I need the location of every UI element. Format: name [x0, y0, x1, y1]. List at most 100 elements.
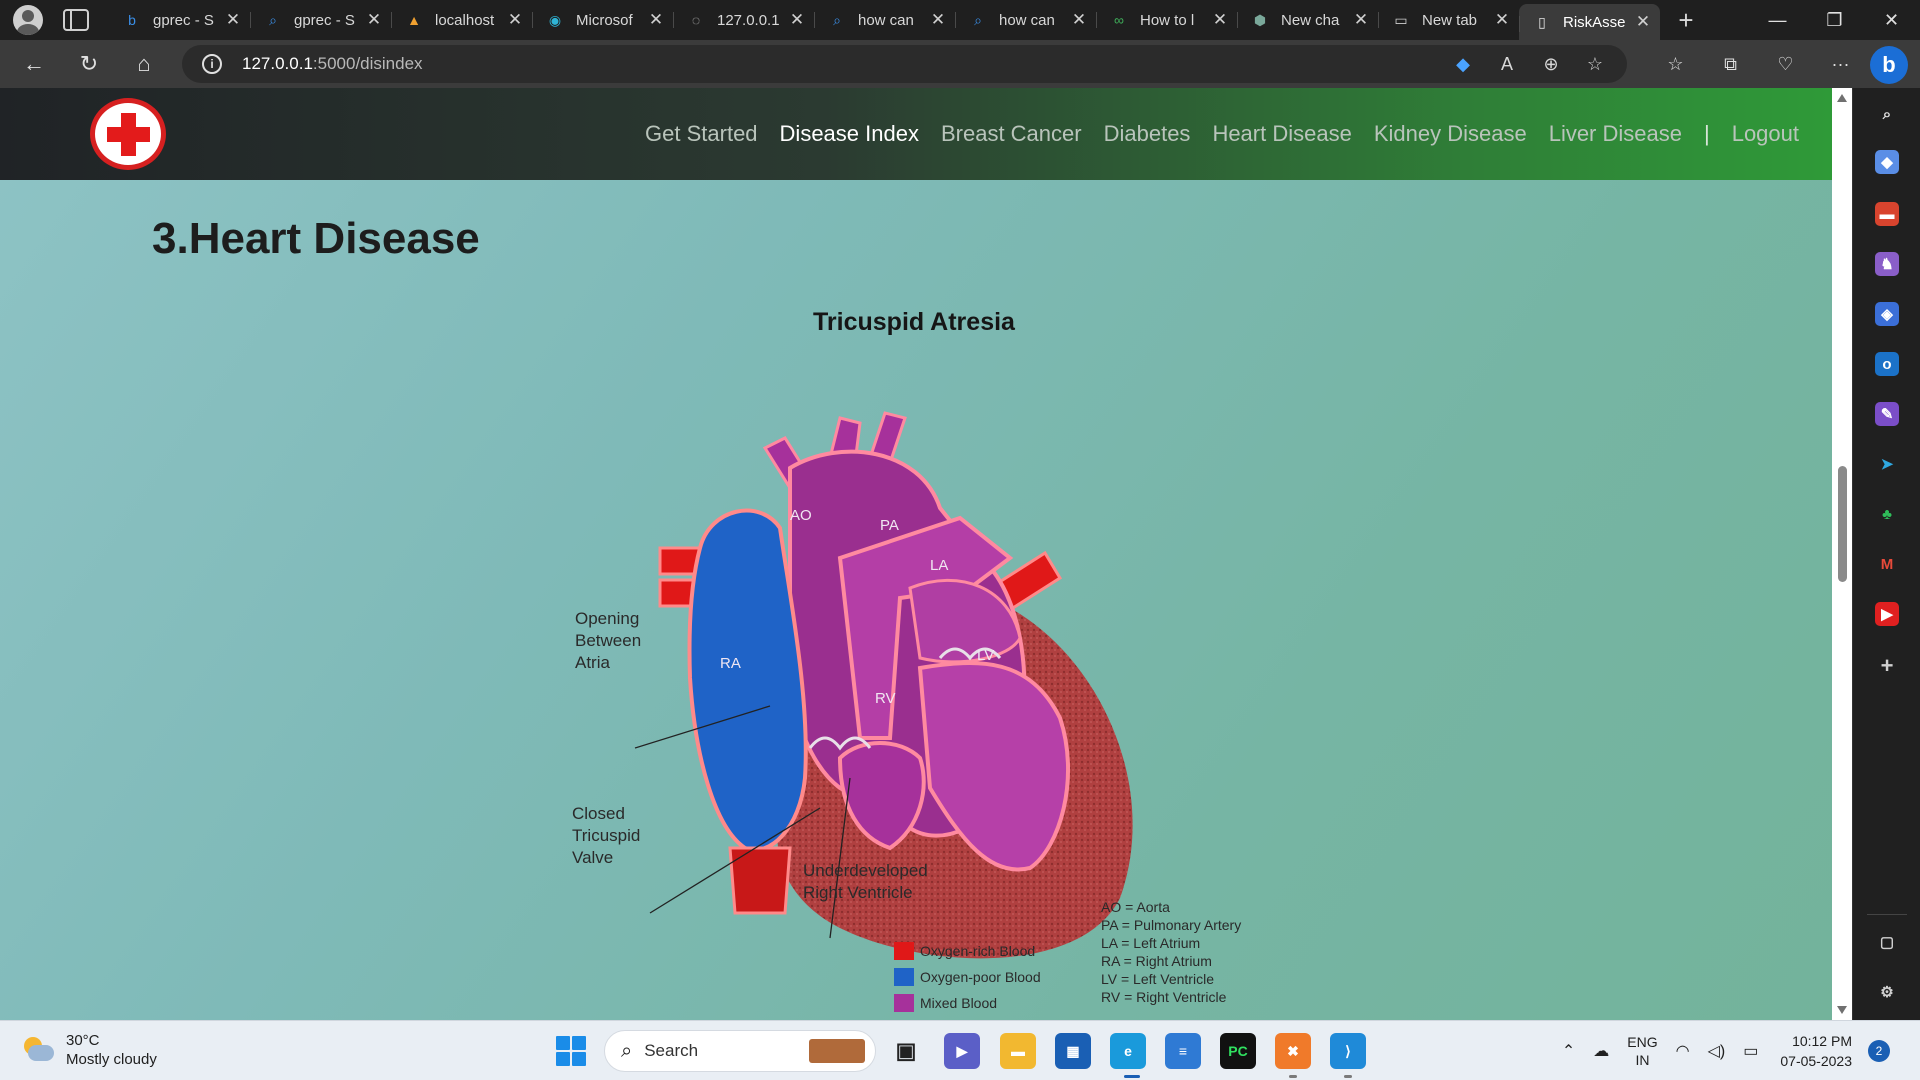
- sidebar-shopping-icon[interactable]: ◆: [1875, 150, 1899, 174]
- nav-diabetes[interactable]: Diabetes: [1104, 121, 1191, 147]
- microsoft-store-icon[interactable]: ▦: [1055, 1033, 1091, 1069]
- close-tab-icon[interactable]: ✕: [1493, 10, 1511, 30]
- language-indicator[interactable]: ENG IN: [1627, 1033, 1657, 1069]
- sidebar-outlook-icon[interactable]: o: [1875, 352, 1899, 376]
- tab-strip: b gprec - S ✕ ⌕ gprec - S ✕ ▲ localhost ✕ ◉ Mic…: [109, 0, 1660, 40]
- clock[interactable]: 10:12 PM 07-05-2023: [1780, 1031, 1852, 1071]
- coupon-tag-icon[interactable]: ◆: [1441, 54, 1485, 75]
- task-view-icon[interactable]: ▣: [888, 1033, 924, 1069]
- label-pa: PA: [880, 517, 899, 534]
- zoom-icon[interactable]: ⊕: [1529, 54, 1573, 75]
- close-tab-icon[interactable]: ✕: [1352, 10, 1370, 30]
- close-tab-icon[interactable]: ✕: [365, 10, 383, 30]
- sidebar-split-icon[interactable]: ▢: [1875, 930, 1899, 954]
- sidebar-designer-icon[interactable]: ✎: [1875, 402, 1899, 426]
- close-tab-icon[interactable]: ✕: [788, 10, 806, 30]
- browser-tab[interactable]: ◌ 127.0.0.1 ✕: [673, 0, 814, 40]
- onedrive-icon[interactable]: ☁: [1593, 1041, 1609, 1061]
- link-icon: ∞: [1114, 12, 1124, 28]
- home-button[interactable]: ⌂: [128, 48, 160, 80]
- vscode-icon[interactable]: ⟩: [1330, 1033, 1366, 1069]
- close-tab-icon[interactable]: ✕: [1211, 10, 1229, 30]
- new-tab-button[interactable]: +: [1666, 5, 1706, 36]
- refresh-button[interactable]: ↻: [73, 48, 105, 80]
- bing-copilot-button[interactable]: b: [1870, 46, 1908, 84]
- sidebar-copilot-icon[interactable]: ◈: [1875, 302, 1899, 326]
- browser-tab[interactable]: ∞ How to l ✕: [1096, 0, 1237, 40]
- weather-widget[interactable]: 30°C Mostly cloudy: [20, 1031, 157, 1069]
- edge-browser-icon[interactable]: e: [1110, 1033, 1146, 1069]
- sidebar-tree-icon[interactable]: ♣: [1875, 502, 1899, 526]
- minimize-button[interactable]: —: [1749, 0, 1806, 40]
- browser-tab[interactable]: ◉ Microsof ✕: [532, 0, 673, 40]
- page-scrollbar[interactable]: [1832, 88, 1852, 1020]
- volume-icon[interactable]: ◁): [1708, 1041, 1726, 1061]
- address-input[interactable]: i 127.0.0.1:5000/disindex ◆ A ⊕ ☆: [182, 45, 1627, 83]
- callout-underdeveloped-rv: Underdeveloped Right Ventricle: [803, 861, 928, 902]
- sidebar-tools-icon[interactable]: ▬: [1875, 202, 1899, 226]
- nav-kidney-disease[interactable]: Kidney Disease: [1374, 121, 1527, 147]
- pycharm-icon[interactable]: PC: [1220, 1033, 1256, 1069]
- browser-tab[interactable]: ⬢ New cha ✕: [1237, 0, 1378, 40]
- browser-tab[interactable]: ⌕ how can ✕: [814, 0, 955, 40]
- teams-chat-icon[interactable]: ▶: [944, 1033, 980, 1069]
- profile-avatar[interactable]: [13, 5, 43, 35]
- sidebar-games-icon[interactable]: ♞: [1875, 252, 1899, 276]
- battery-icon[interactable]: ▭: [1743, 1041, 1758, 1061]
- tab-title: how can: [999, 11, 1055, 29]
- performance-icon[interactable]: ♡: [1758, 54, 1813, 75]
- browser-tab[interactable]: ▲ localhost ✕: [391, 0, 532, 40]
- notepad-icon[interactable]: ≡: [1165, 1033, 1201, 1069]
- back-button[interactable]: ←: [18, 48, 50, 80]
- scroll-down-arrow[interactable]: [1837, 1006, 1847, 1014]
- close-tab-icon[interactable]: ✕: [224, 10, 242, 30]
- close-tab-icon[interactable]: ✕: [1634, 12, 1652, 32]
- xampp-icon[interactable]: ✖: [1275, 1033, 1311, 1069]
- sidebar-gmail-icon[interactable]: M: [1875, 552, 1899, 576]
- url-text[interactable]: 127.0.0.1:5000/disindex: [242, 54, 423, 74]
- collections-icon[interactable]: ⧉: [1703, 54, 1758, 75]
- wifi-icon[interactable]: ◠: [1676, 1041, 1690, 1061]
- close-tab-icon[interactable]: ✕: [506, 10, 524, 30]
- legend-label: Mixed Blood: [920, 995, 998, 1011]
- tab-actions-icon[interactable]: [63, 9, 89, 31]
- sidebar-telegram-icon[interactable]: ➤: [1875, 452, 1899, 476]
- browser-tab[interactable]: ▭ New tab ✕: [1378, 0, 1519, 40]
- nav-logout[interactable]: Logout: [1732, 121, 1799, 147]
- more-menu-icon[interactable]: ···: [1813, 54, 1868, 75]
- browser-tab-active[interactable]: ▯ RiskAsse ✕: [1519, 4, 1660, 40]
- chevron-up-icon[interactable]: ⌃: [1562, 1041, 1575, 1061]
- close-tab-icon[interactable]: ✕: [929, 10, 947, 30]
- add-favorite-icon[interactable]: ☆: [1573, 54, 1617, 75]
- notification-badge[interactable]: 2: [1868, 1040, 1890, 1062]
- search-highlight-icon: [809, 1039, 865, 1063]
- nav-get-started[interactable]: Get Started: [645, 121, 758, 147]
- close-tab-icon[interactable]: ✕: [1070, 10, 1088, 30]
- scroll-thumb[interactable]: [1838, 466, 1847, 582]
- start-button[interactable]: [556, 1036, 586, 1066]
- sidebar-search-icon[interactable]: ⌕: [1875, 102, 1899, 126]
- nav-liver-disease[interactable]: Liver Disease: [1549, 121, 1682, 147]
- close-tab-icon[interactable]: ✕: [647, 10, 665, 30]
- sidebar-youtube-icon[interactable]: ▶: [1875, 602, 1899, 626]
- medical-cross-logo[interactable]: [90, 98, 166, 170]
- taskbar-search[interactable]: ⌕ Search: [604, 1030, 876, 1072]
- nav-disease-index[interactable]: Disease Index: [780, 121, 919, 147]
- scroll-up-arrow[interactable]: [1837, 94, 1847, 102]
- diagram-title: Tricuspid Atresia: [813, 308, 1015, 336]
- site-info-icon[interactable]: i: [202, 54, 222, 74]
- restore-button[interactable]: ❐: [1806, 0, 1863, 40]
- browser-tab[interactable]: ⌕ gprec - S ✕: [250, 0, 391, 40]
- favorites-icon[interactable]: ☆: [1648, 54, 1703, 75]
- browser-tab[interactable]: ⌕ how can ✕: [955, 0, 1096, 40]
- abbreviation-key: AO = Aorta PA = Pulmonary Artery LA = Le…: [1101, 898, 1241, 1006]
- nav-breast-cancer[interactable]: Breast Cancer: [941, 121, 1082, 147]
- close-window-button[interactable]: ✕: [1863, 0, 1920, 40]
- browser-tab[interactable]: b gprec - S ✕: [109, 0, 250, 40]
- file-explorer-icon[interactable]: ▬: [1000, 1033, 1036, 1069]
- edge-running-indicator: [1124, 1075, 1140, 1078]
- read-aloud-icon[interactable]: A: [1485, 54, 1529, 75]
- nav-heart-disease[interactable]: Heart Disease: [1212, 121, 1351, 147]
- sidebar-add-icon[interactable]: +: [1875, 653, 1899, 678]
- sidebar-settings-icon[interactable]: ⚙: [1875, 980, 1899, 1004]
